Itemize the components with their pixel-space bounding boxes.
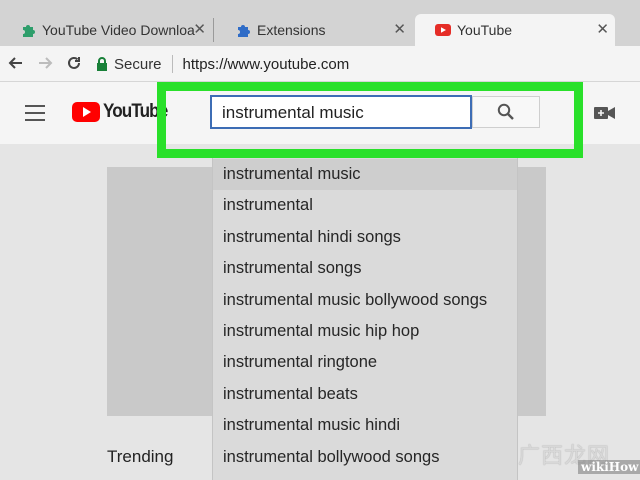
reload-button[interactable] (64, 53, 84, 73)
suggestion-item[interactable]: instrumental songs (213, 253, 517, 284)
forward-button[interactable] (35, 53, 55, 73)
close-icon[interactable]: ✕ (393, 22, 406, 38)
address-bar[interactable]: Secure https://www.youtube.com (96, 51, 636, 77)
suggestion-item[interactable]: instrumental music hindi (213, 410, 517, 441)
omnibox-divider (171, 55, 173, 73)
tab-label: YouTube Video Downloa (42, 22, 195, 38)
close-icon[interactable]: ✕ (596, 22, 609, 38)
tab-label: YouTube (457, 22, 513, 38)
tab-divider (213, 18, 214, 42)
suggestion-item[interactable]: instrumental hindi songs (213, 222, 517, 253)
search-icon (497, 103, 514, 120)
suggestion-item[interactable]: instrumental bollywood songs (213, 442, 517, 473)
arrow-right-icon (39, 57, 53, 69)
video-camera-icon[interactable] (594, 104, 616, 122)
youtube-icon (435, 24, 451, 36)
tab-youtube[interactable]: YouTube ✕ (415, 14, 615, 46)
browser-toolbar: Secure https://www.youtube.com (0, 46, 640, 82)
trending-heading: Trending (107, 447, 174, 466)
suggestion-item[interactable]: instrumental music hip hop (213, 316, 517, 347)
lock-icon (97, 57, 107, 71)
suggestion-item[interactable]: instrumental music bollywood songs (213, 285, 517, 316)
watermark: 广西龙网 wikiHow (518, 438, 640, 474)
suggestion-item[interactable]: instrumental (213, 190, 517, 221)
search-button[interactable] (472, 96, 540, 128)
puzzle-piece-icon (23, 25, 35, 37)
wikihow-logo: wikiHow (578, 460, 640, 474)
suggestion-item[interactable]: instrumental music (213, 159, 517, 190)
reload-icon (68, 56, 80, 69)
youtube-play-icon (72, 102, 100, 122)
suggestion-item[interactable]: instrumental beats (213, 379, 517, 410)
arrow-left-icon (8, 57, 22, 69)
tab-youtube-downloader[interactable]: YouTube Video Downloa ✕ (0, 14, 212, 46)
search-suggestions: instrumental music instrumental instrume… (212, 158, 518, 480)
tab-strip: YouTube Video Downloa ✕ Extensions ✕ You… (0, 0, 640, 46)
back-button[interactable] (6, 53, 26, 73)
tab-label: Extensions (257, 22, 326, 38)
close-icon[interactable]: ✕ (193, 22, 206, 38)
tab-extensions[interactable]: Extensions ✕ (215, 14, 412, 46)
suggestion-item[interactable]: instrumental ringtone (213, 347, 517, 378)
menu-icon[interactable] (25, 105, 45, 121)
url-text[interactable]: https://www.youtube.com (183, 56, 350, 73)
puzzle-piece-icon (238, 25, 250, 37)
search-input[interactable]: instrumental music (210, 95, 472, 129)
secure-label: Secure (114, 55, 162, 73)
